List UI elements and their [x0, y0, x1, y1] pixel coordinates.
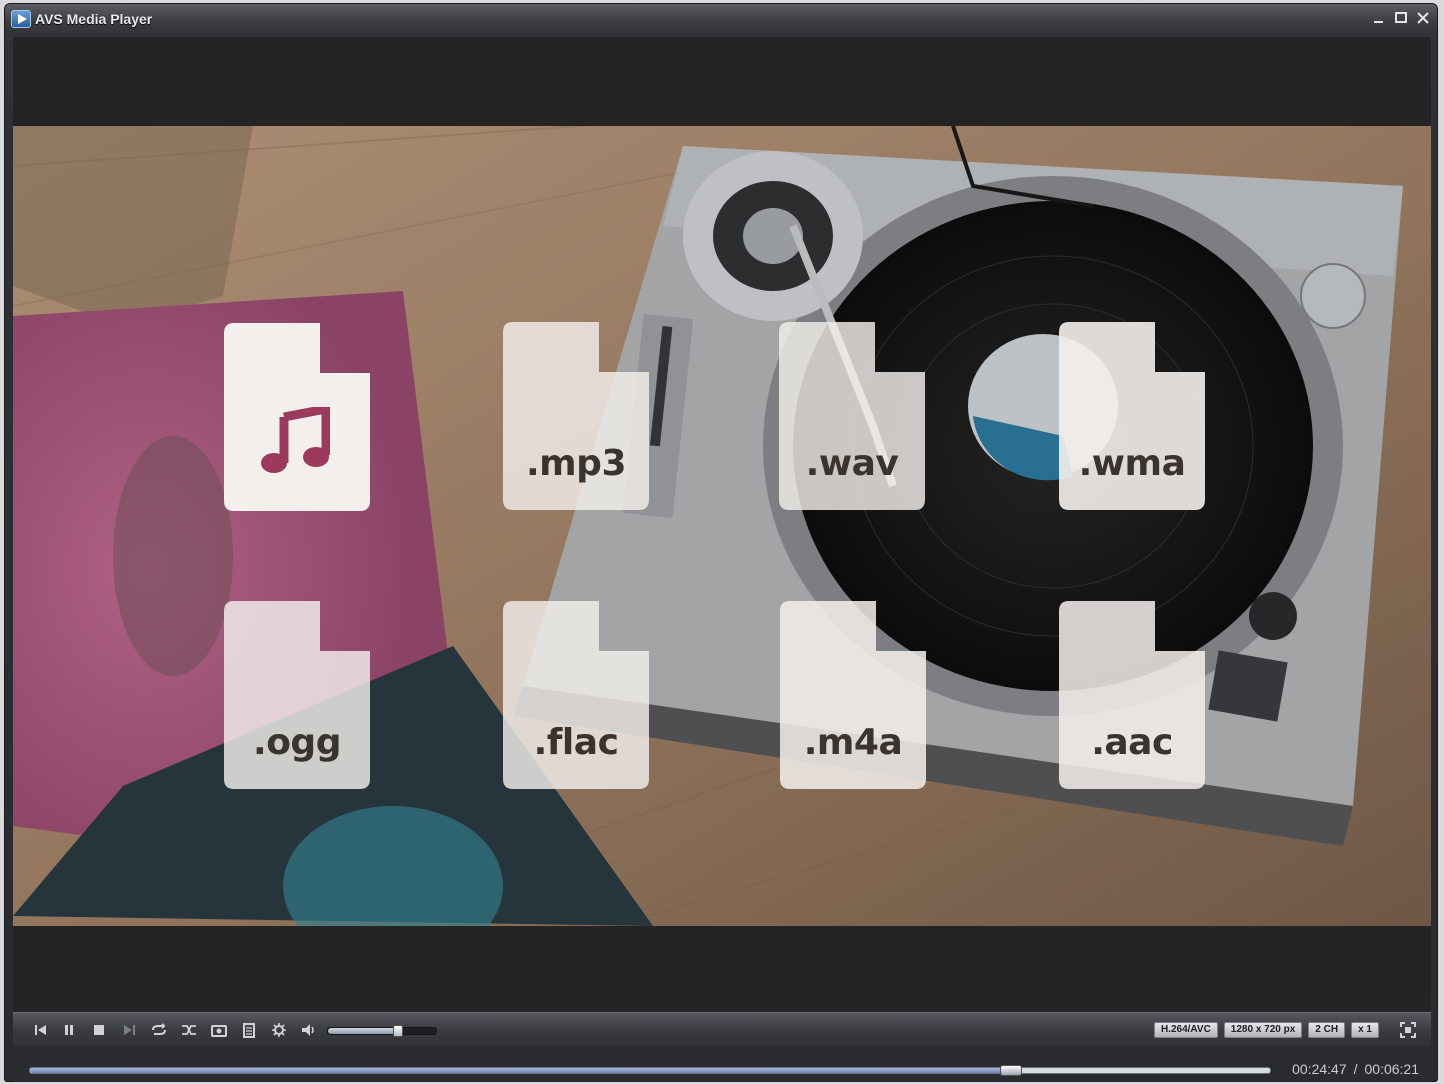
shuffle-icon — [182, 1025, 196, 1035]
shuffle-button[interactable] — [179, 1021, 199, 1039]
pause-icon — [65, 1025, 73, 1035]
app-logo-icon — [11, 10, 31, 28]
file-card-wav: .wav — [779, 322, 925, 510]
minimize-button[interactable] — [1371, 10, 1387, 26]
volume-level-fill — [328, 1028, 399, 1034]
repeat-icon — [152, 1023, 166, 1035]
resolution-badge: 1280 x 720 px — [1223, 1022, 1303, 1038]
next-button[interactable] — [119, 1021, 139, 1039]
seek-progress-fill — [30, 1068, 1010, 1073]
volume-button[interactable] — [299, 1021, 319, 1039]
window-controls — [1371, 10, 1431, 26]
window-title: AVS Media Player — [35, 11, 153, 27]
total-time: 00:06:21 — [1364, 1061, 1420, 1077]
settings-button[interactable] — [269, 1021, 289, 1039]
current-time: 00:24:47 — [1292, 1061, 1347, 1077]
volume-slider-handle[interactable] — [393, 1025, 404, 1037]
file-card-aac: .aac — [1059, 601, 1205, 789]
maximize-button[interactable] — [1393, 10, 1409, 26]
video-still-image — [13, 126, 1431, 926]
file-extension-label: .wma — [1078, 443, 1186, 484]
video-area[interactable]: .mp3 .wav .wma .ogg .flac .m4a .aac — [13, 37, 1431, 1012]
volume-slider[interactable] — [327, 1025, 437, 1037]
repeat-button[interactable] — [149, 1021, 169, 1039]
stop-icon — [94, 1025, 104, 1035]
close-button[interactable] — [1415, 10, 1431, 26]
file-extension-label: .flac — [533, 722, 619, 763]
media-info-badges: H.264/AVC 1280 x 720 px 2 CH x 1 — [1153, 1022, 1379, 1038]
music-note-icon — [261, 407, 330, 473]
file-card-mp3: .mp3 — [503, 322, 649, 510]
fullscreen-button[interactable] — [1399, 1021, 1417, 1039]
file-card-m4a: .m4a — [780, 601, 926, 789]
minimize-icon — [1374, 21, 1383, 23]
channels-badge: 2 CH — [1308, 1022, 1346, 1038]
file-extension-label: .wav — [805, 443, 899, 484]
codec-badge: H.264/AVC — [1153, 1022, 1218, 1038]
file-extension-label: .ogg — [253, 722, 341, 763]
playlist-icon — [243, 1023, 255, 1038]
close-icon — [1417, 12, 1429, 24]
maximize-icon — [1395, 12, 1407, 23]
file-card-ogg: .ogg — [224, 601, 370, 789]
seek-row: 00:24:47 / 00:06:21 — [13, 1046, 1431, 1082]
snapshot-icon — [211, 1025, 227, 1037]
pause-button[interactable] — [59, 1021, 79, 1039]
seek-bar[interactable] — [29, 1065, 1271, 1076]
time-separator: / — [1353, 1061, 1358, 1077]
previous-icon — [35, 1025, 46, 1035]
previous-button[interactable] — [31, 1021, 51, 1039]
file-extension-label: .mp3 — [525, 443, 627, 484]
title-bar[interactable]: AVS Media Player — [5, 4, 1437, 36]
seek-handle[interactable] — [999, 1065, 1022, 1076]
snapshot-button[interactable] — [209, 1021, 229, 1039]
file-card-music — [224, 323, 370, 511]
volume-icon — [302, 1024, 314, 1036]
file-card-wma: .wma — [1059, 322, 1205, 510]
playlist-button[interactable] — [239, 1021, 259, 1039]
control-bar: H.264/AVC 1280 x 720 px 2 CH x 1 — [13, 1012, 1431, 1047]
fullscreen-icon — [1400, 1022, 1416, 1038]
file-extension-label: .m4a — [803, 722, 903, 763]
stop-button[interactable] — [89, 1021, 109, 1039]
time-display: 00:24:47 / 00:06:21 — [1292, 1061, 1419, 1077]
media-player-window: AVS Media Player .mp3 .wav .wma .ogg .fl… — [4, 3, 1438, 1082]
video-frame[interactable]: .mp3 .wav .wma .ogg .flac .m4a .aac — [13, 126, 1431, 926]
speed-badge[interactable]: x 1 — [1351, 1022, 1379, 1038]
file-card-flac: .flac — [503, 601, 649, 789]
file-extension-label: .aac — [1091, 722, 1173, 763]
settings-icon — [272, 1023, 286, 1037]
next-icon — [124, 1025, 135, 1035]
